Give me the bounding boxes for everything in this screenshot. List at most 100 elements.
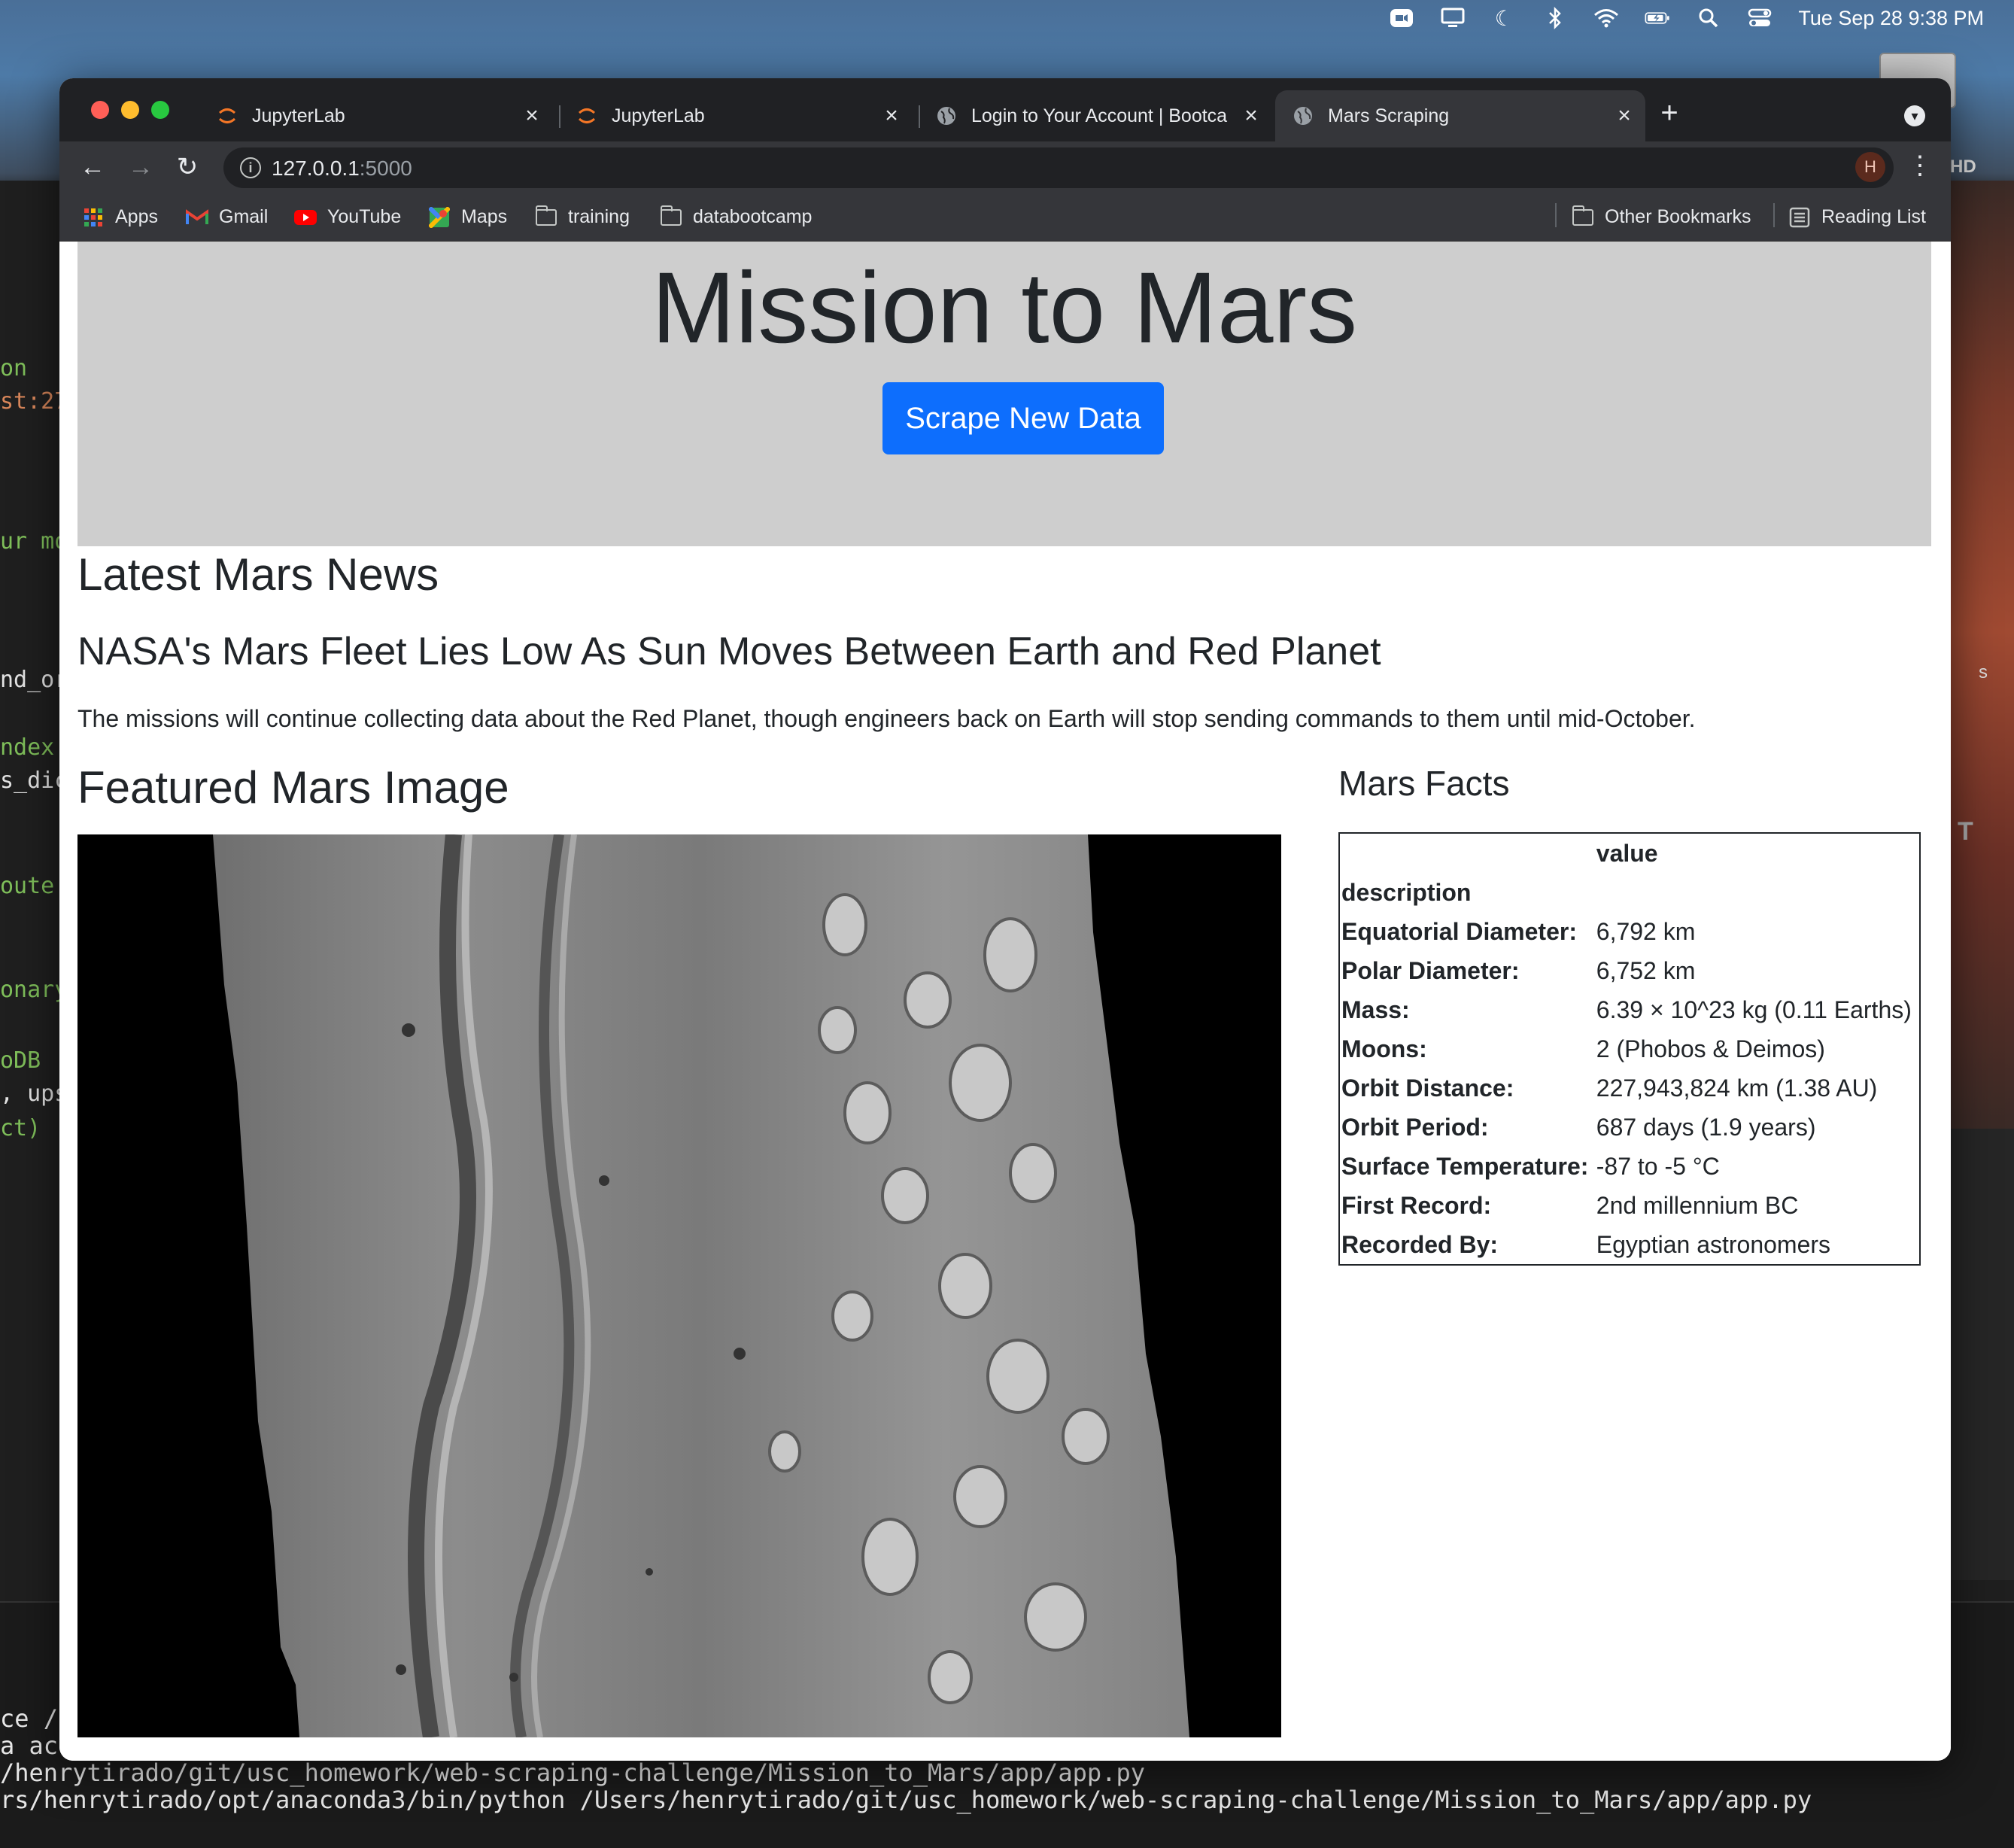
fact-label: Recorded By: [1341,1230,1499,1258]
address-bar[interactable]: i 127.0.0.1:5000 ☆ [223,147,1894,188]
fact-label: Orbit Distance: [1341,1074,1514,1102]
zoom-window-button[interactable] [151,101,169,119]
spotlight-icon[interactable] [1696,7,1721,29]
fact-value: Egyptian astronomers [1596,1230,1831,1258]
tab-jupyterlab-1[interactable]: JupyterLab × [199,90,553,141]
table-row: Recorded By: Egyptian astronomers [1339,1225,1920,1265]
bookmark-label: Maps [461,206,508,227]
reading-list-icon [1788,207,1811,228]
url-text[interactable]: 127.0.0.1:5000 [272,157,412,181]
globe-icon [1292,105,1314,127]
forward-arrow-icon[interactable]: → [126,152,156,182]
fact-value: 6.39 × 10^23 kg (0.11 Earths) [1596,995,1912,1023]
side-label: T [1958,817,1973,846]
profile-avatar[interactable]: H [1855,152,1885,182]
bookmark-other-bookmarks[interactable]: Other Bookmarks [1572,205,1751,228]
bookmark-label: YouTube [327,206,402,227]
background-window-edge [1949,1129,2014,1580]
table-row: Moons: 2 (Phobos & Deimos) [1339,1029,1920,1068]
info-icon[interactable]: i [240,157,261,178]
table-row: Orbit Period: 687 days (1.9 years) [1339,1108,1920,1147]
bookmark-training-folder[interactable]: training [535,205,630,228]
jupyter-icon [216,105,238,127]
wifi-icon[interactable] [1593,7,1619,29]
tab-mars-scraping[interactable]: Mars Scraping × [1275,90,1645,141]
table-header-value: value [1596,839,1658,867]
control-center-icon[interactable] [1747,7,1773,29]
tab-search-icon[interactable]: ▾ [1904,105,1925,126]
close-tab-icon[interactable]: × [879,103,904,129]
tab-login-bootcamp[interactable]: Login to Your Account | Bootca × [919,90,1272,141]
close-tab-icon[interactable]: × [1612,103,1636,129]
table-row: Equatorial Diameter: 6,792 km [1339,912,1920,951]
table-header-empty [1339,833,1595,873]
fact-label: Moons: [1341,1035,1427,1062]
fact-value: -87 to -5 °C [1596,1152,1720,1180]
menu-kebab-icon[interactable]: ⋮ [1907,150,1933,181]
fact-value: 6,752 km [1596,956,1696,984]
close-window-button[interactable] [91,101,109,119]
zoom-icon[interactable] [1389,7,1414,29]
table-header-description: description [1341,878,1472,906]
folder-icon [535,205,557,228]
close-tab-icon[interactable]: × [520,103,544,129]
tab-title: Mars Scraping [1328,105,1450,126]
moon-icon[interactable]: ☾ [1491,7,1517,30]
bluetooth-icon[interactable] [1542,7,1568,29]
jumbotron-header: Mission to Mars Scrape New Data [77,242,1931,546]
code-snippet: st:27 [0,388,68,415]
bookmark-apps[interactable]: Apps [82,206,158,228]
page-title: Mission to Mars [651,252,1358,364]
page-content: Mission to Mars Scrape New Data Latest M… [59,242,1951,1761]
chrome-browser-window: JupyterLab × JupyterLab × Login to Your … [59,78,1951,1761]
code-snippet: onary [0,977,68,1003]
bookmark-gmail[interactable]: Gmail [186,206,268,228]
code-snippet: , ups [0,1081,68,1107]
table-row: Orbit Distance: 227,943,824 km (1.38 AU) [1339,1068,1920,1108]
table-header-empty [1595,873,1920,912]
fact-label: Equatorial Diameter: [1341,917,1577,945]
menubar-clock[interactable]: Tue Sep 28 9:38 PM [1798,7,1984,30]
bookmark-label: Apps [115,206,158,227]
code-snippet: s_dic [0,767,68,794]
close-tab-icon[interactable]: × [1239,103,1263,129]
browser-toolbar: ← → ↻ i 127.0.0.1:5000 ☆ H ⋮ [59,141,1951,194]
bookmark-separator [1773,203,1775,227]
code-snippet: oDB [0,1047,41,1074]
bookmark-databootcamp-folder[interactable]: databootcamp [660,205,812,228]
bookmark-youtube[interactable]: YouTube [294,206,401,228]
reload-icon[interactable]: ↻ [172,152,202,182]
bookmark-label: Reading List [1821,206,1926,227]
table-row: First Record: 2nd millennium BC [1339,1186,1920,1225]
fact-value: 687 days (1.9 years) [1596,1113,1816,1141]
tab-jupyterlab-2[interactable]: JupyterLab × [559,90,913,141]
featured-mars-image[interactable] [77,834,1281,1737]
bookmark-maps[interactable]: Maps [428,206,507,228]
fact-value: 6,792 km [1596,917,1696,945]
bookmark-reading-list[interactable]: Reading List [1788,206,1926,228]
back-arrow-icon[interactable]: ← [77,152,108,182]
fact-label: Surface Temperature: [1341,1152,1589,1180]
new-tab-button[interactable]: + [1654,98,1684,128]
side-label: HD [1950,157,1976,177]
jupyter-icon [576,105,598,127]
terminal-line: /henrytirado/git/usc_homework/web-scrapi… [0,1758,1145,1787]
fact-value: 2nd millennium BC [1596,1191,1799,1219]
folder-icon [1572,205,1594,228]
fact-label: First Record: [1341,1191,1492,1219]
minimize-window-button[interactable] [121,101,139,119]
code-snippet: oute [0,873,55,899]
fact-label: Polar Diameter: [1341,956,1520,984]
tab-title: JupyterLab [252,105,345,126]
code-snippet: nd_or [0,667,68,693]
scrape-new-data-button[interactable]: Scrape New Data [882,382,1164,454]
youtube-icon [294,207,317,228]
globe-icon [935,105,958,127]
macos-menubar: ☾ Tue Sep 28 9:38 PM [0,0,2014,36]
display-icon[interactable] [1440,7,1466,29]
bookmark-label: training [568,206,630,227]
folder-icon [660,205,682,228]
table-header-row: description [1339,873,1920,912]
table-row: Mass: 6.39 × 10^23 kg (0.11 Earths) [1339,990,1920,1029]
news-title: NASA's Mars Fleet Lies Low As Sun Moves … [77,630,1381,673]
